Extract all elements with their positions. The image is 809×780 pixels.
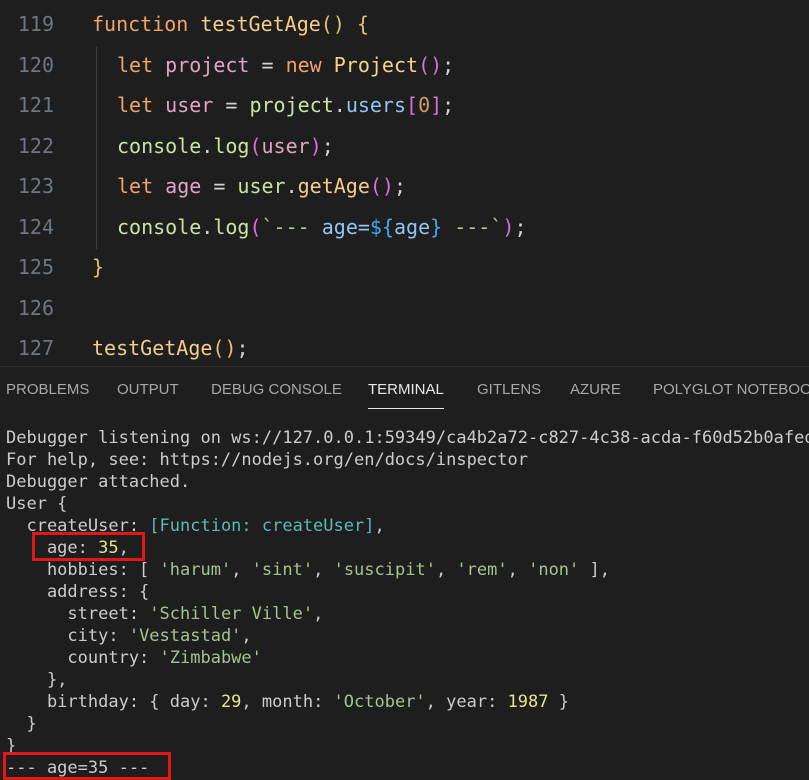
line-number: 124 [17,214,54,239]
tab-terminal[interactable]: TERMINAL [368,367,444,413]
terminal-line: hobbies: [ 'harum', 'sint', 'suscipit', … [6,560,610,580]
tab-gitlens[interactable]: GITLENS [477,367,541,413]
highlight-box-age-property [32,532,145,561]
terminal-output[interactable]: Debugger listening on ws://127.0.0.1:593… [0,412,809,780]
terminal-line: country: 'Zimbabwe' [6,648,262,668]
terminal-line: Debugger listening on ws://127.0.0.1:593… [6,428,809,448]
code-line: 123 let age = user.getAge(); [0,166,809,206]
code-text: let project = new Project(); [117,52,455,77]
code-text: let user = project.users[0]; [117,93,455,117]
code-text: } [92,255,105,279]
terminal-line: Debugger attached. [6,472,191,492]
tab-debug-console[interactable]: DEBUG CONSOLE [211,367,342,413]
tab-azure[interactable]: AZURE [570,367,621,413]
line-number: 125 [17,255,54,279]
line-number: 126 [17,295,54,320]
line-number: 119 [17,12,54,36]
code-line: 120 let project = new Project(); [0,45,809,85]
line-number: 123 [17,174,54,198]
terminal-line: street: 'Schiller Ville', [6,604,324,624]
terminal-line: city: 'Vestastad', [6,626,252,646]
code-text: testGetAge(); [92,336,249,360]
line-number: 127 [17,336,54,360]
terminal-line: birthday: { day: 29, month: 'October', y… [6,692,569,712]
terminal-line: For help, see: https://nodejs.org/en/doc… [6,450,528,470]
code-line: 119 function testGetAge() { [0,4,809,44]
code-line: 124 console.log(`--- age=${age} ---`); [0,207,809,247]
line-number: 122 [17,133,54,158]
line-number: 120 [17,52,54,77]
code-text: console.log(user); [117,133,334,158]
terminal-line: User { [6,494,68,514]
code-text: function testGetAge() { [92,12,369,36]
code-line: 125} [0,247,809,287]
line-number: 121 [17,93,54,117]
code-text: let age = user.getAge(); [117,174,407,198]
terminal-line: }, [6,670,68,690]
panel-tab-bar: PROBLEMS OUTPUT DEBUG CONSOLE TERMINAL GITLE… [0,366,809,413]
tab-output[interactable]: OUTPUT [117,367,179,413]
tab-problems[interactable]: PROBLEMS [6,367,89,413]
code-line: 121 let user = project.users[0]; [0,85,809,125]
terminal-line: address: { [6,582,150,602]
code-line: 127 testGetAge(); [0,328,809,366]
code-line: 122 console.log(user); [0,126,809,166]
code-text: console.log(`--- age=${age} ---`); [117,214,527,239]
tab-polyglot-notebook[interactable]: POLYGLOT NOTEBOOK [653,367,809,413]
code-line: 126 [0,288,809,328]
highlight-box-age-output [3,752,171,780]
code-editor[interactable]: 119 function testGetAge() { 120 let project… [0,0,809,366]
terminal-line: } [6,714,37,734]
